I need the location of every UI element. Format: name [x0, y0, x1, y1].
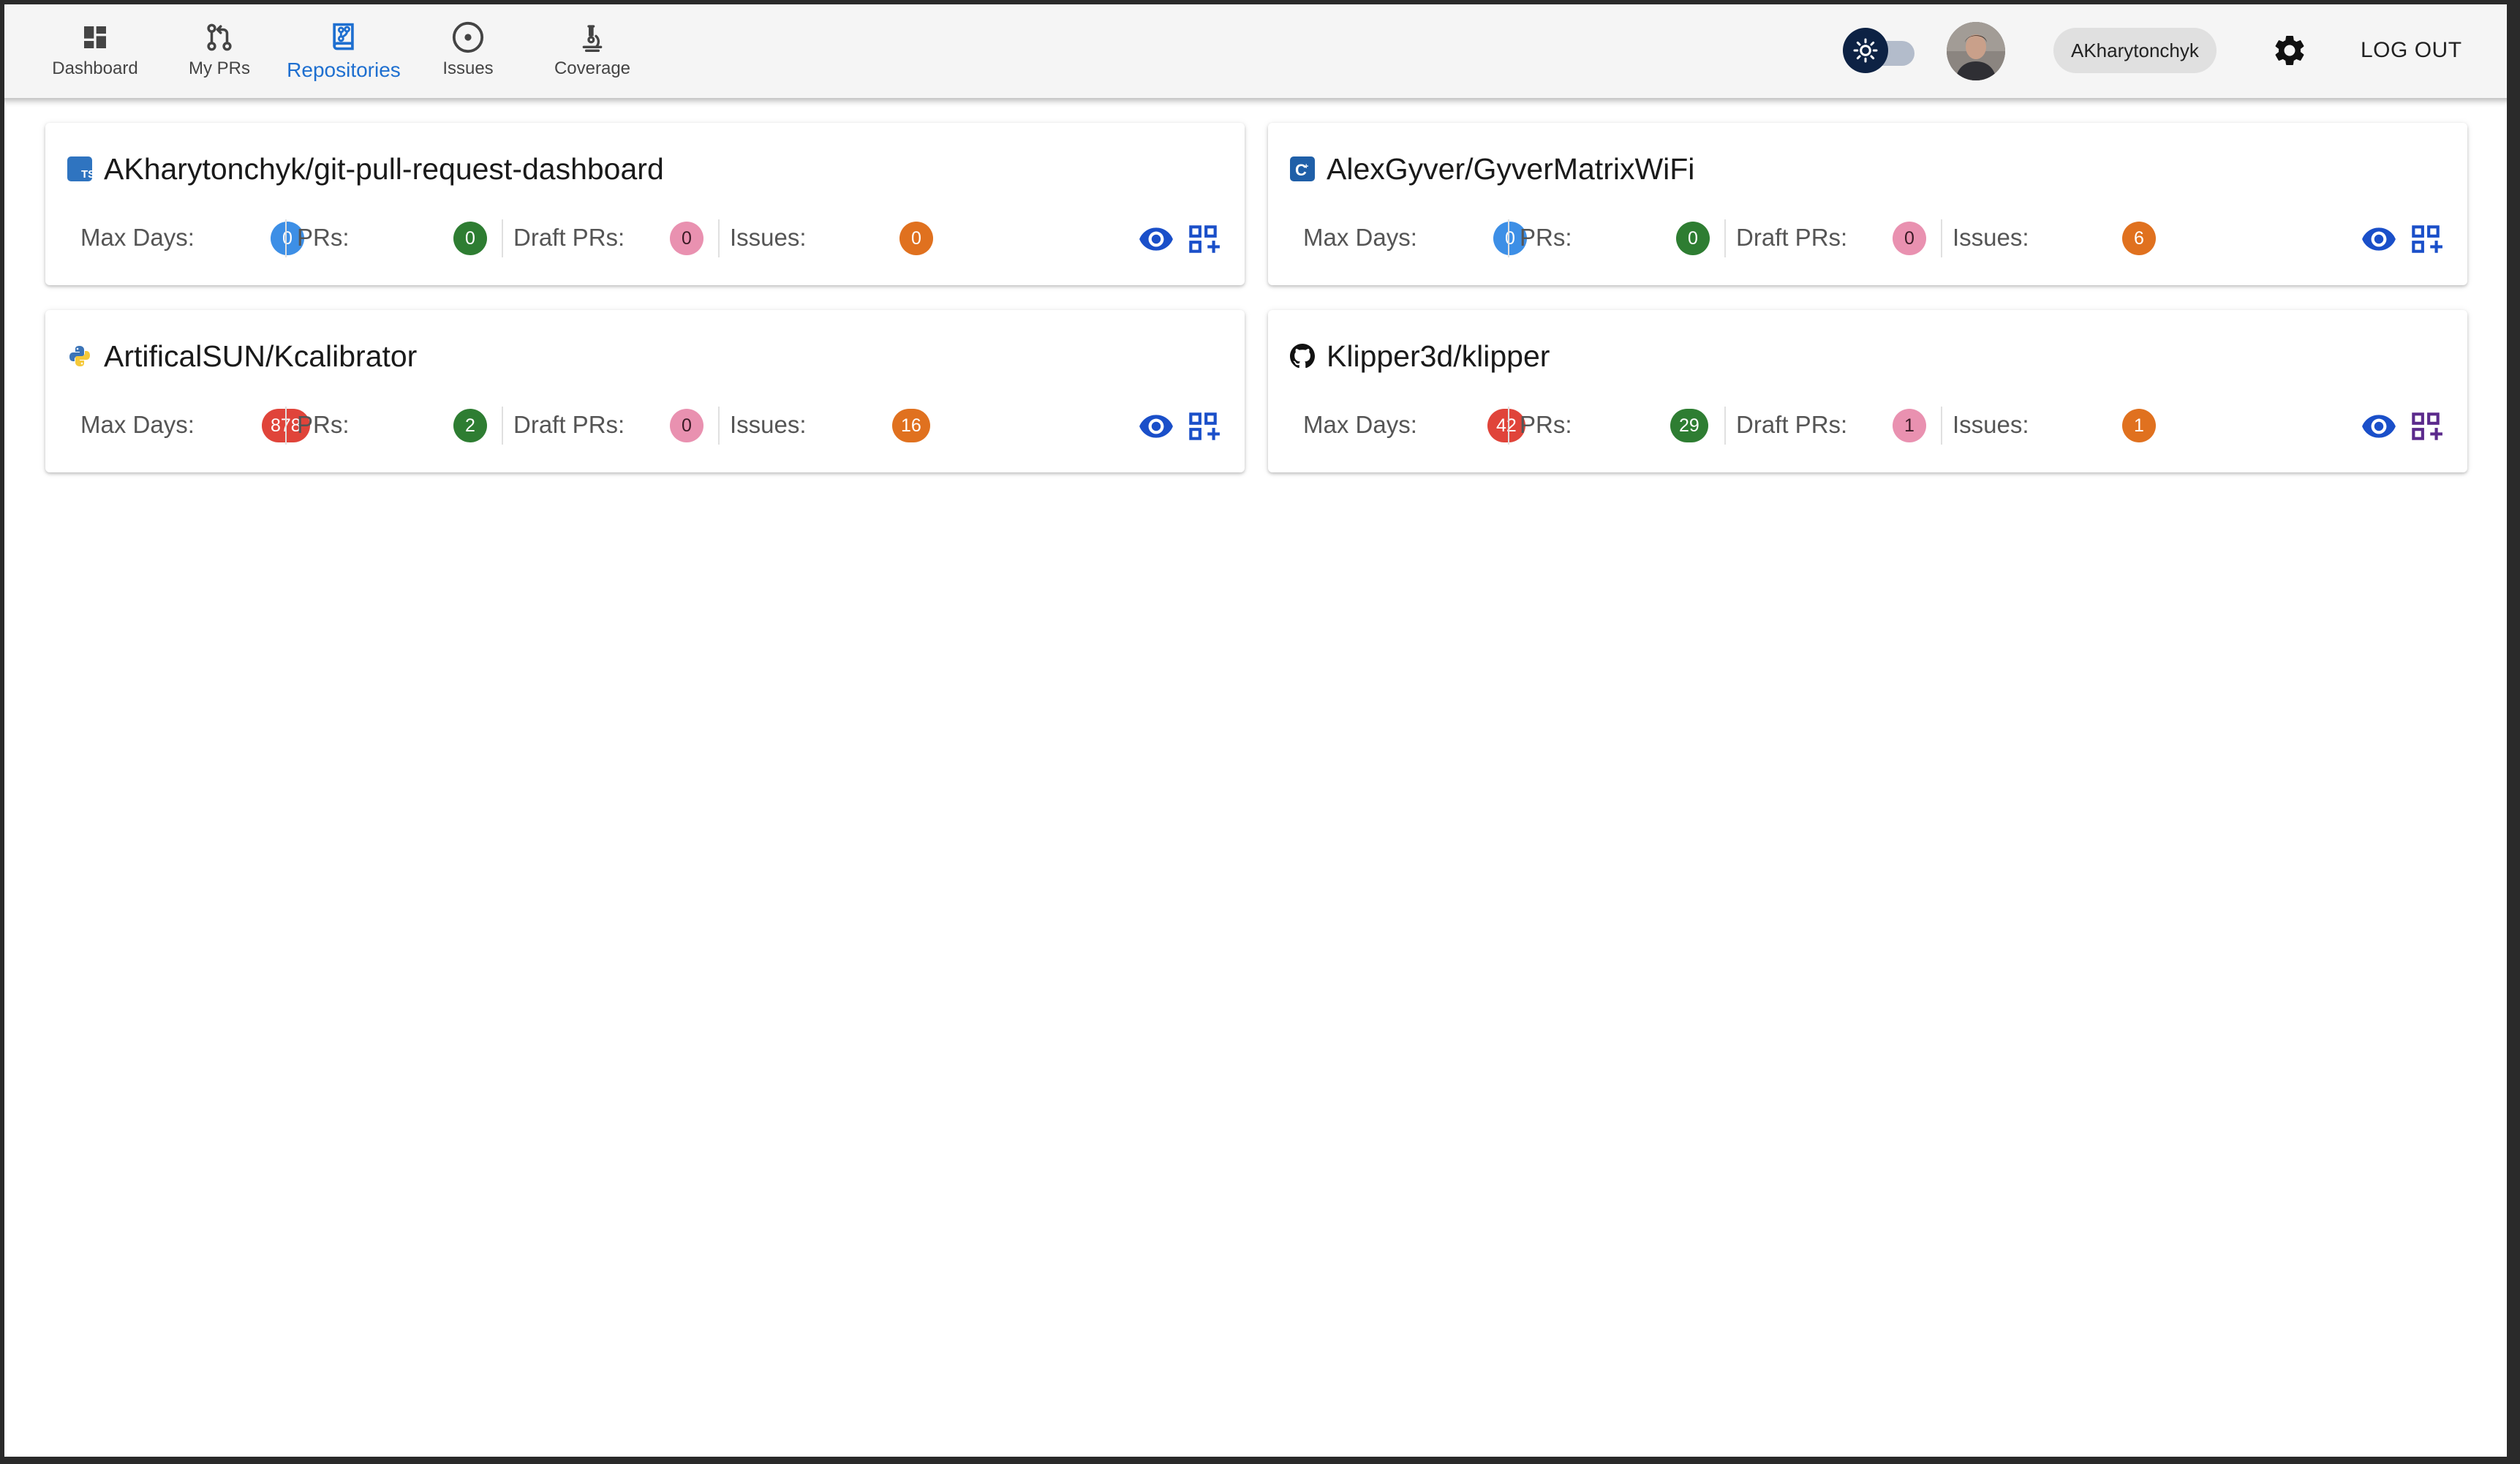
divider — [285, 407, 287, 445]
typescript-icon: TS — [67, 156, 95, 181]
divider — [1724, 219, 1726, 257]
add-widget-icon[interactable] — [2407, 221, 2444, 257]
issues-badge: 1 — [2122, 409, 2156, 442]
draft-prs-badge: 0 — [670, 409, 703, 442]
repo-name[interactable]: AKharytonchyk/git-pull-request-dashboard — [104, 152, 664, 186]
draft-prs-label: Draft PRs: — [513, 224, 625, 251]
draft-prs-badge: 0 — [670, 222, 703, 255]
app-bar: Dashboard My PRs Repositories Issues Cov… — [0, 0, 2520, 98]
max-days-label: Max Days: — [1303, 224, 1417, 251]
issues-badge: 6 — [2122, 222, 2156, 255]
nav-label-issues: Issues — [442, 59, 494, 78]
stat-row: Max Days: 0 PRs: 0 Draft PRs: 0 Issues: … — [1268, 211, 2467, 266]
dashboard-icon — [80, 19, 110, 56]
nav-label-repositories: Repositories — [287, 59, 401, 81]
stat-row: Max Days: 42 PRs: 29 Draft PRs: 1 Issues… — [1268, 398, 2467, 453]
username-chip[interactable]: AKharytonchyk — [2053, 28, 2217, 73]
issues-label: Issues: — [1953, 411, 2029, 438]
divider — [1508, 219, 1509, 257]
prs-badge: 29 — [1670, 409, 1708, 442]
nav-label-my-prs: My PRs — [189, 59, 250, 78]
nav-label-dashboard: Dashboard — [52, 59, 138, 78]
repo-name[interactable]: ArtificalSUN/Kcalibrator — [104, 339, 417, 374]
repo-card: ArtificalSUN/Kcalibrator Max Days: 878 P… — [45, 310, 1245, 472]
svg-text:+: + — [1304, 162, 1308, 171]
prs-badge: 0 — [1676, 222, 1710, 255]
issues-badge: 0 — [899, 222, 933, 255]
repo-card: C + AlexGyver/GyverMatrixWiFi Max Days: 0… — [1268, 123, 2467, 285]
draft-prs-label: Draft PRs: — [1736, 411, 1848, 438]
nav-label-coverage: Coverage — [554, 59, 631, 78]
nav-item-issues[interactable]: Issues — [431, 19, 505, 82]
prs-badge: 2 — [453, 409, 487, 442]
divider — [718, 407, 720, 445]
stat-row: Max Days: 0 PRs: 0 Draft PRs: 0 Issues: … — [45, 211, 1245, 266]
nav-item-coverage[interactable]: Coverage — [548, 19, 636, 82]
eye-icon[interactable] — [2361, 408, 2397, 445]
prs-label: PRs: — [1520, 411, 1572, 438]
sun-icon — [1843, 28, 1888, 73]
gear-icon[interactable] — [2271, 32, 2308, 69]
issues-label: Issues: — [1953, 224, 2029, 251]
divider — [502, 219, 503, 257]
nav-item-my-prs[interactable]: My PRs — [176, 19, 263, 82]
divider — [285, 219, 287, 257]
microscope-icon — [578, 19, 607, 56]
repository-icon — [328, 19, 360, 56]
draft-prs-badge: 0 — [1893, 222, 1926, 255]
nav-item-dashboard[interactable]: Dashboard — [44, 19, 146, 82]
prs-label: PRs: — [1520, 224, 1572, 251]
prs-label: PRs: — [297, 224, 350, 251]
repo-card: TS AKharytonchyk/git-pull-request-dashbo… — [45, 123, 1245, 285]
draft-prs-label: Draft PRs: — [1736, 224, 1848, 251]
add-widget-icon[interactable] — [1185, 408, 1221, 445]
issue-circle-icon — [451, 19, 485, 56]
eye-icon[interactable] — [1138, 408, 1174, 445]
draft-prs-badge: 1 — [1893, 409, 1926, 442]
prs-badge: 0 — [453, 222, 487, 255]
issues-badge: 16 — [892, 409, 930, 442]
divider — [1941, 219, 1942, 257]
issues-label: Issues: — [730, 411, 807, 438]
divider — [1508, 407, 1509, 445]
theme-toggle[interactable] — [1843, 28, 1916, 73]
draft-prs-label: Draft PRs: — [513, 411, 625, 438]
svg-text:TS: TS — [81, 168, 92, 181]
avatar[interactable] — [1947, 22, 2005, 80]
logout-button[interactable]: LOG OUT — [2361, 32, 2462, 69]
issues-label: Issues: — [730, 224, 807, 251]
pull-request-icon — [204, 19, 235, 56]
eye-icon[interactable] — [1138, 221, 1174, 257]
nav-item-repositories[interactable]: Repositories — [281, 19, 407, 82]
max-days-label: Max Days: — [80, 224, 195, 251]
add-widget-icon[interactable] — [2407, 408, 2444, 445]
max-days-label: Max Days: — [80, 411, 195, 438]
divider — [718, 219, 720, 257]
max-days-label: Max Days: — [1303, 411, 1417, 438]
add-widget-icon[interactable] — [1185, 221, 1221, 257]
repo-card: Klipper3d/klipper Max Days: 42 PRs: 29 D… — [1268, 310, 2467, 472]
stat-row: Max Days: 878 PRs: 2 Draft PRs: 0 Issues… — [45, 398, 1245, 453]
eye-icon[interactable] — [2361, 221, 2397, 257]
divider — [502, 407, 503, 445]
divider — [1941, 407, 1942, 445]
cpp-icon: C + — [1290, 156, 1315, 181]
repo-name[interactable]: AlexGyver/GyverMatrixWiFi — [1327, 152, 1694, 186]
github-icon — [1290, 344, 1315, 369]
divider — [1724, 407, 1726, 445]
python-icon — [67, 344, 92, 369]
repo-name[interactable]: Klipper3d/klipper — [1327, 339, 1550, 374]
prs-label: PRs: — [297, 411, 350, 438]
